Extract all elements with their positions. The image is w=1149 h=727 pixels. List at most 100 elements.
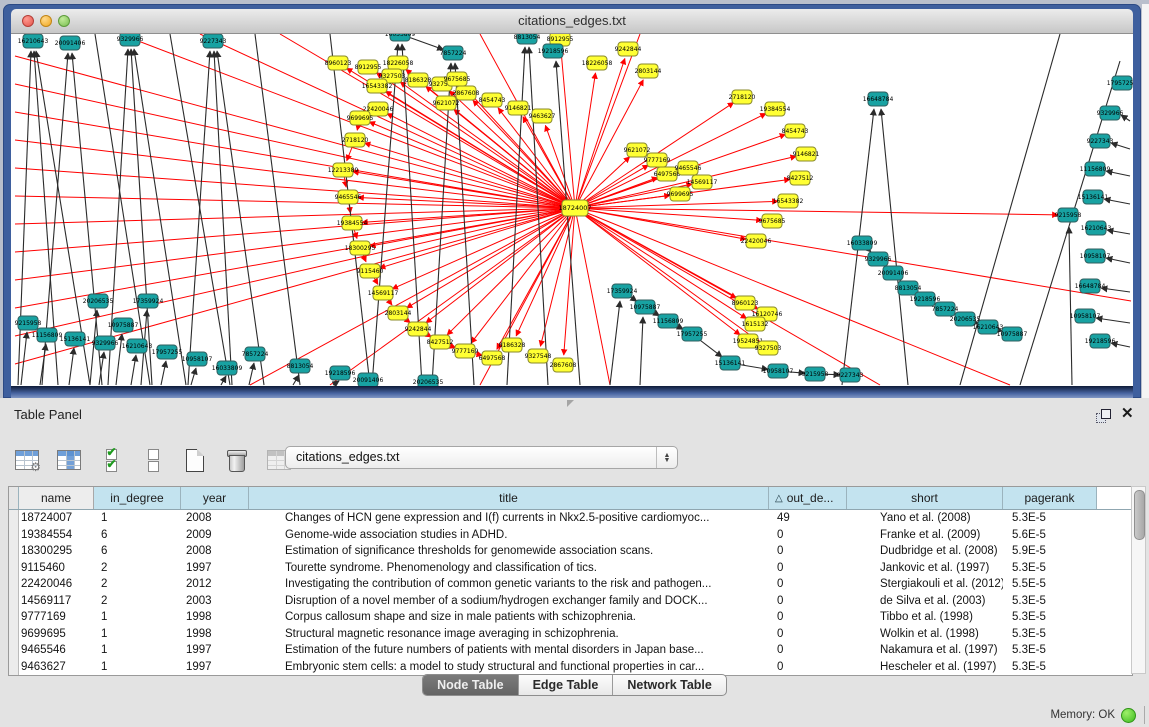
column-header-pagerank[interactable]: pagerank — [1003, 487, 1097, 509]
table-row[interactable]: 1872400712008Changes of HCN gene express… — [9, 510, 1132, 527]
column-header-in_degree[interactable]: in_degree — [94, 487, 181, 509]
table-cell[interactable]: Estimation of significance thresholds fo… — [249, 543, 769, 560]
table-cell[interactable]: 1998 — [181, 609, 249, 626]
table-cell[interactable]: 5.3E-5 — [1003, 659, 1097, 676]
table-cell[interactable]: Embryonic stem cells: a model to study s… — [249, 659, 769, 676]
tab-node-table[interactable]: Node Table — [423, 675, 518, 695]
table-cell[interactable]: Yano et al. (2008) — [847, 510, 1003, 527]
table-cell[interactable]: 0 — [769, 609, 847, 626]
table-cell[interactable]: 1998 — [181, 626, 249, 643]
table-row[interactable]: 1456911722003Disruption of a novel membe… — [9, 593, 1132, 610]
column-header-name[interactable]: name — [19, 487, 94, 509]
close-panel-icon[interactable]: ✕ — [1121, 404, 1134, 422]
table-row[interactable]: 977716911998Corpus callosum shape and si… — [9, 609, 1132, 626]
table-cell[interactable]: 2 — [94, 593, 181, 610]
table-cell[interactable]: 2012 — [181, 576, 249, 593]
table-cell[interactable]: 1 — [94, 626, 181, 643]
delete-column-button[interactable] — [222, 445, 252, 475]
table-cell[interactable]: 22420046 — [19, 576, 94, 593]
create-column-button[interactable] — [180, 445, 210, 475]
table-cell[interactable]: 5.3E-5 — [1003, 510, 1097, 527]
table-cell[interactable]: 2008 — [181, 543, 249, 560]
table-cell[interactable]: 5.3E-5 — [1003, 593, 1097, 610]
select-all-button[interactable]: ✔ ✔ — [96, 445, 126, 475]
table-cell[interactable]: 0 — [769, 593, 847, 610]
table-cell[interactable]: 1 — [94, 609, 181, 626]
table-cell[interactable]: 9777169 — [19, 609, 94, 626]
table-cell[interactable]: 5.6E-5 — [1003, 527, 1097, 544]
scrollbar-thumb[interactable] — [1134, 490, 1145, 540]
show-columns-button[interactable] — [54, 445, 84, 475]
table-cell[interactable]: Hescheler et al. (1997) — [847, 659, 1003, 676]
table-cell[interactable]: 1997 — [181, 659, 249, 676]
table-cell[interactable]: 2 — [94, 576, 181, 593]
table-cell[interactable]: 1997 — [181, 642, 249, 659]
table-cell[interactable]: Tibbo et al. (1998) — [847, 609, 1003, 626]
table-cell[interactable]: 9115460 — [19, 560, 94, 577]
column-header-year[interactable]: year — [181, 487, 249, 509]
network-canvas[interactable]: 8960123891295518226058932750316543382818… — [11, 34, 1133, 386]
table-cell[interactable]: Tourette syndrome. Phenomenology and cla… — [249, 560, 769, 577]
table-cell[interactable]: 9699695 — [19, 626, 94, 643]
table-row[interactable]: 946554611997Estimation of the future num… — [9, 642, 1132, 659]
table-cell[interactable]: Corpus callosum shape and size in male p… — [249, 609, 769, 626]
table-cell[interactable]: 6 — [94, 527, 181, 544]
table-cell[interactable]: 9465546 — [19, 642, 94, 659]
table-cell[interactable]: Nakamura et al. (1997) — [847, 642, 1003, 659]
table-cell[interactable]: 6 — [94, 543, 181, 560]
table-cell[interactable]: 0 — [769, 642, 847, 659]
table-cell[interactable]: 2008 — [181, 510, 249, 527]
table-cell[interactable]: Disruption of a novel member of a sodium… — [249, 593, 769, 610]
table-row[interactable]: 969969511998Structural magnetic resonanc… — [9, 626, 1132, 643]
table-row[interactable]: 1830029562008Estimation of significance … — [9, 543, 1132, 560]
table-row[interactable]: 1938455462009Genome-wide association stu… — [9, 527, 1132, 544]
table-cell[interactable]: 1 — [94, 510, 181, 527]
table-row[interactable]: 911546021997Tourette syndrome. Phenomeno… — [9, 560, 1132, 577]
table-cell[interactable]: 0 — [769, 626, 847, 643]
table-cell[interactable]: 18724007 — [19, 510, 94, 527]
table-cell[interactable]: Genome-wide association studies in ADHD. — [249, 527, 769, 544]
tab-edge-table[interactable]: Edge Table — [519, 675, 614, 695]
table-cell[interactable]: 5.3E-5 — [1003, 609, 1097, 626]
table-selector-dropdown[interactable]: citations_edges.txt ▲▼ — [285, 446, 678, 469]
table-scrollbar[interactable] — [1131, 486, 1146, 674]
citation-network-graph[interactable]: 8960123891295518226058932750316543382818… — [11, 34, 1133, 386]
table-cell[interactable]: 1 — [94, 659, 181, 676]
table-cell[interactable]: 0 — [769, 576, 847, 593]
table-cell[interactable]: 18300295 — [19, 543, 94, 560]
table-cell[interactable]: 0 — [769, 543, 847, 560]
table-cell[interactable]: 5.3E-5 — [1003, 626, 1097, 643]
table-cell[interactable]: 5.9E-5 — [1003, 543, 1097, 560]
column-header-short[interactable]: short — [847, 487, 1003, 509]
table-cell[interactable]: 1997 — [181, 560, 249, 577]
table-cell[interactable]: Estimation of the future numbers of pati… — [249, 642, 769, 659]
unselect-all-button[interactable] — [138, 445, 168, 475]
table-cell[interactable]: 5.5E-5 — [1003, 576, 1097, 593]
table-cell[interactable]: Franke et al. (2009) — [847, 527, 1003, 544]
table-cell[interactable]: Changes of HCN gene expression and I(f) … — [249, 510, 769, 527]
column-header-title[interactable]: title — [249, 487, 769, 509]
window-titlebar[interactable]: citations_edges.txt — [11, 9, 1133, 34]
table-cell[interactable]: 0 — [769, 659, 847, 676]
table-cell[interactable]: Wolkin et al. (1998) — [847, 626, 1003, 643]
table-row[interactable]: 2242004622012Investigating the contribut… — [9, 576, 1132, 593]
table-cell[interactable]: Jankovic et al. (1997) — [847, 560, 1003, 577]
table-cell[interactable]: 2009 — [181, 527, 249, 544]
table-cell[interactable]: 2003 — [181, 593, 249, 610]
table-cell[interactable]: Stergiakouli et al. (2012) — [847, 576, 1003, 593]
float-panel-icon[interactable] — [1096, 409, 1111, 422]
table-cell[interactable]: 2 — [94, 560, 181, 577]
table-cell[interactable]: 0 — [769, 527, 847, 544]
table-cell[interactable]: 5.3E-5 — [1003, 642, 1097, 659]
table-cell[interactable]: 14569117 — [19, 593, 94, 610]
table-cell[interactable]: de Silva et al. (2003) — [847, 593, 1003, 610]
table-cell[interactable]: 1 — [94, 642, 181, 659]
panel-splitter-handle[interactable] — [567, 400, 574, 407]
table-cell[interactable]: Investigating the contribution of common… — [249, 576, 769, 593]
table-cell[interactable]: 49 — [769, 510, 847, 527]
table-row[interactable]: 946362711997Embryonic stem cells: a mode… — [9, 659, 1132, 676]
table-cell[interactable]: Dudbridge et al. (2008) — [847, 543, 1003, 560]
table-mode-button[interactable]: ⚙ — [12, 445, 42, 475]
table-cell[interactable]: 9463627 — [19, 659, 94, 676]
column-header-out_de[interactable]: △out_de... — [769, 487, 847, 509]
